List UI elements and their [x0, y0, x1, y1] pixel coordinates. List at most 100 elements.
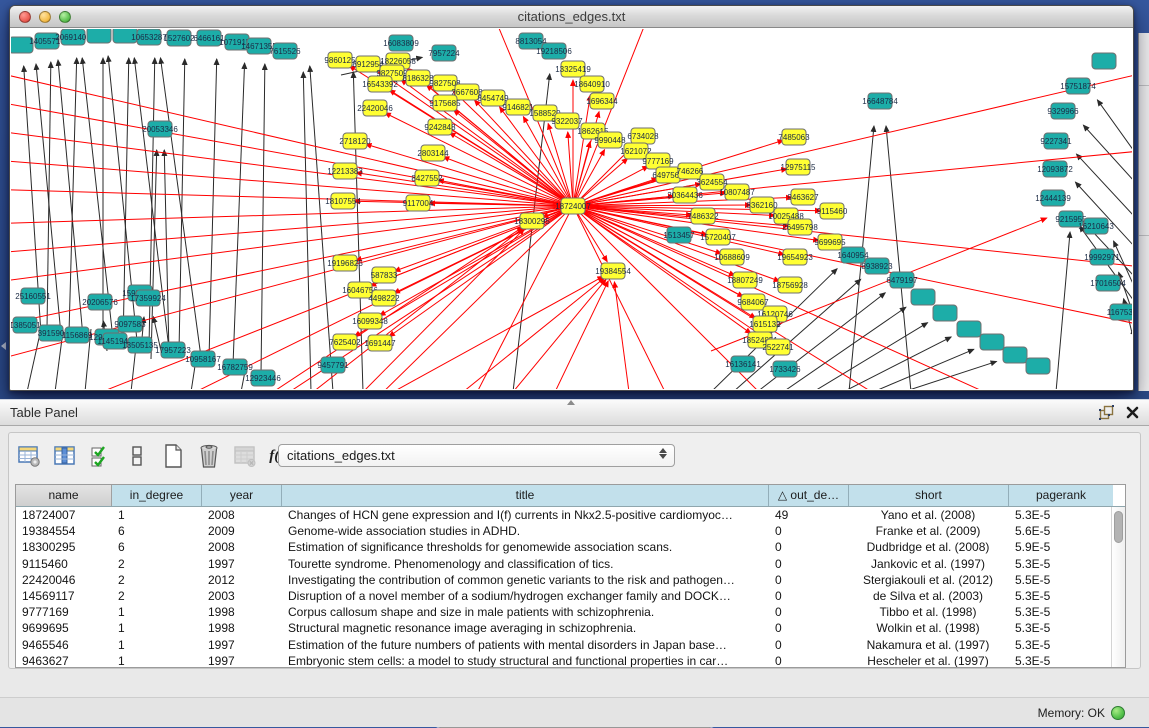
graph-node[interactable]: 17359924: [130, 290, 166, 306]
close-panel-icon[interactable]: [1126, 406, 1139, 424]
graph-node[interactable]: 20053346: [142, 121, 178, 137]
graph-node[interactable]: 19218506: [536, 43, 572, 59]
graph-node[interactable]: 8938923: [861, 258, 893, 274]
network-view[interactable]: 1405571720691406106532871527602646616110…: [11, 29, 1132, 389]
graph-node[interactable]: 19992971: [1084, 249, 1120, 265]
splitter-handle[interactable]: [567, 400, 575, 405]
select-columns-button[interactable]: [87, 443, 114, 470]
graph-node[interactable]: 9860125: [324, 52, 356, 68]
graph-node[interactable]: 16083809: [383, 35, 419, 51]
graph-node[interactable]: 1640954: [837, 247, 869, 263]
graph-node[interactable]: 19654923: [777, 249, 813, 265]
graph-node[interactable]: 2522741: [762, 339, 794, 355]
graph-node[interactable]: 16136141: [725, 356, 761, 372]
graph-node[interactable]: 20364436: [667, 187, 703, 203]
column-header-in_degree[interactable]: in_degree: [112, 485, 202, 506]
graph-node[interactable]: 9227341: [1040, 133, 1072, 149]
graph-node[interactable]: 18756928: [772, 277, 808, 293]
graph-node[interactable]: 6479197: [886, 272, 918, 288]
graph-node[interactable]: 8427552: [411, 170, 443, 186]
graph-node[interactable]: 1527602: [163, 30, 195, 46]
graph-node[interactable]: 1733426: [769, 361, 801, 377]
column-header-name[interactable]: name: [16, 485, 112, 506]
table-options-button[interactable]: [15, 443, 42, 470]
graph-node[interactable]: 12444139: [1035, 190, 1071, 206]
graph-node[interactable]: 12975115: [781, 159, 817, 175]
graph-node[interactable]: 7615526: [269, 43, 301, 59]
graph-node[interactable]: 18807249: [727, 272, 763, 288]
graph-node[interactable]: 7485063: [778, 129, 810, 145]
graph-node[interactable]: 18107554: [325, 193, 361, 209]
graph-node[interactable]: 16648784: [862, 93, 898, 109]
graph-node[interactable]: 2803144: [417, 145, 449, 161]
close-window-button[interactable]: [19, 11, 31, 23]
table-row[interactable]: 946362711997Embryonic stem cells: a mode…: [16, 653, 1111, 667]
graph-node[interactable]: 9699695: [814, 234, 846, 250]
graph-node[interactable]: [933, 305, 957, 321]
graph-node[interactable]: 1385051: [11, 317, 41, 333]
graph-node[interactable]: 18640910: [574, 76, 610, 92]
graph-node[interactable]: 10958167: [185, 351, 221, 367]
network-window-titlebar[interactable]: citations_edges.txt: [10, 6, 1133, 28]
graph-node[interactable]: 7957224: [428, 45, 460, 61]
graph-node[interactable]: 9457791: [317, 357, 349, 373]
graph-node[interactable]: 1167531: [1107, 304, 1132, 320]
graph-node[interactable]: [1092, 53, 1116, 69]
graph-node[interactable]: [1003, 347, 1027, 363]
graph-node[interactable]: 9990448: [594, 132, 626, 148]
graph-node[interactable]: 1513457: [663, 227, 695, 243]
graph-node[interactable]: 9463627: [787, 189, 819, 205]
column-header-short[interactable]: short: [849, 485, 1009, 506]
graph-node[interactable]: 9097583: [114, 316, 146, 332]
graph-node[interactable]: 12093872: [1037, 161, 1073, 177]
table-row[interactable]: 1872400712008Changes of HCN gene express…: [16, 507, 1111, 523]
graph-node[interactable]: [980, 334, 1004, 350]
table-select-combobox[interactable]: citations_edges.txt: [278, 444, 675, 467]
column-header-pagerank[interactable]: pagerank: [1009, 485, 1113, 506]
graph-node[interactable]: 13505135: [122, 337, 158, 353]
table-row[interactable]: 911546021997Tourette syndrome. Phenomeno…: [16, 556, 1111, 572]
graph-node[interactable]: 9117004: [403, 195, 434, 211]
graph-node[interactable]: 13325419: [555, 61, 591, 77]
graph-node[interactable]: 2718120: [339, 133, 371, 149]
table-row[interactable]: 969969511998Structural magnetic resonanc…: [16, 620, 1111, 636]
minimize-window-button[interactable]: [39, 11, 51, 23]
graph-node[interactable]: 10688609: [714, 249, 750, 265]
graph-node[interactable]: 587833: [371, 267, 398, 283]
graph-node[interactable]: [87, 29, 111, 43]
graph-node[interactable]: 15751874: [1060, 78, 1096, 94]
graph-node[interactable]: 1691447: [364, 335, 396, 351]
graph-node[interactable]: 26495798: [782, 219, 818, 235]
graph-node[interactable]: 1696344: [586, 93, 618, 109]
graph-node[interactable]: 19384554: [595, 263, 631, 279]
graph-node[interactable]: 12923446: [245, 370, 281, 386]
graph-node[interactable]: 10653287: [131, 29, 167, 45]
graph-node[interactable]: 4498222: [368, 290, 400, 306]
float-panel-icon[interactable]: [1099, 405, 1114, 425]
graph-node[interactable]: 9329966: [1047, 103, 1079, 119]
graph-node[interactable]: 1615132: [749, 316, 781, 332]
delete-trash-button[interactable]: [195, 443, 222, 470]
table-scrollbar[interactable]: [1111, 507, 1125, 667]
toggle-rows-button[interactable]: [123, 443, 150, 470]
table-row[interactable]: 2242004622012Investigating the contribut…: [16, 572, 1111, 588]
table-row[interactable]: 977716911998Corpus callosum shape and si…: [16, 604, 1111, 620]
column-header-year[interactable]: year: [202, 485, 282, 506]
table-row[interactable]: 1830029562008Estimation of significance …: [16, 539, 1111, 555]
zoom-window-button[interactable]: [59, 11, 71, 23]
column-header-title[interactable]: title: [282, 485, 769, 506]
new-document-button[interactable]: [159, 443, 186, 470]
graph-node[interactable]: 20691406: [55, 29, 91, 45]
graph-node[interactable]: 6734028: [627, 128, 659, 144]
graph-node[interactable]: 7625402: [329, 334, 361, 350]
graph-node[interactable]: 10807487: [719, 184, 755, 200]
graph-node[interactable]: 7486322: [687, 208, 719, 224]
graph-node[interactable]: 22420046: [357, 100, 393, 116]
graph-node[interactable]: [957, 321, 981, 337]
table-row[interactable]: 946554611997Estimation of the future num…: [16, 637, 1111, 653]
network-svg[interactable]: 1405571720691406106532871527602646616110…: [11, 29, 1132, 389]
table-row[interactable]: 1938455462009Genome-wide association stu…: [16, 523, 1111, 539]
show-columns-button[interactable]: [51, 443, 78, 470]
graph-node[interactable]: 9175685: [429, 95, 461, 111]
graph-node[interactable]: 8362160: [746, 197, 778, 213]
